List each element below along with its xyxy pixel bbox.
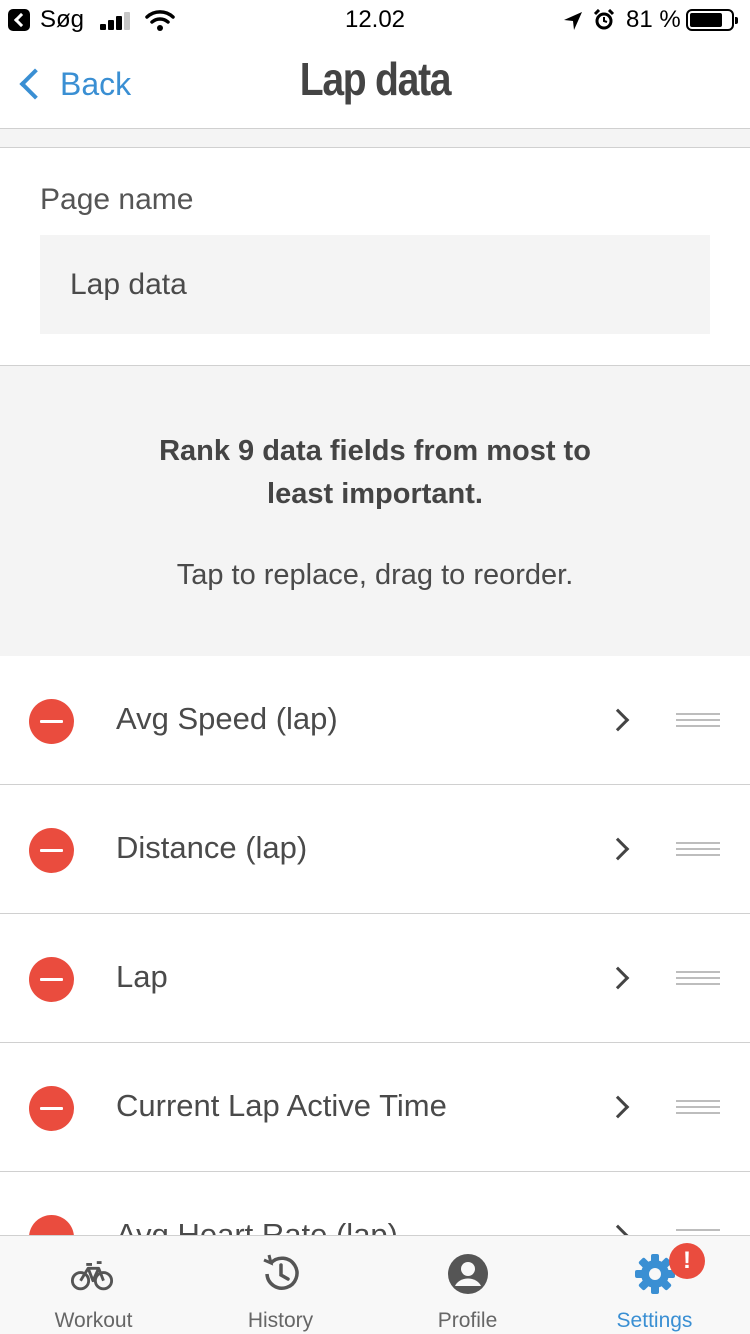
data-field-label: Lap	[116, 959, 168, 994]
page-name-label: Page name	[40, 183, 194, 216]
chevron-right-icon	[606, 837, 630, 861]
tab-profile[interactable]: Profile	[374, 1236, 561, 1334]
data-field-label: Current Lap Active Time	[116, 1088, 447, 1123]
profile-icon	[448, 1254, 488, 1294]
tab-workout[interactable]: Workout	[0, 1236, 187, 1334]
tab-label: Settings	[616, 1309, 693, 1332]
remove-field-button[interactable]	[29, 1086, 74, 1131]
data-field-row[interactable]: Distance (lap)	[0, 785, 750, 914]
data-field-row[interactable]: Lap	[0, 914, 750, 1043]
drag-handle-icon[interactable]	[676, 971, 720, 987]
location-arrow-icon	[564, 12, 582, 30]
tab-history[interactable]: History	[187, 1236, 374, 1334]
tab-bar: Workout History Profile Settings	[0, 1235, 750, 1334]
drag-handle-icon[interactable]	[676, 713, 720, 729]
drag-handle-icon[interactable]	[676, 842, 720, 858]
battery-fill	[690, 13, 723, 27]
battery-percent: 81 %	[626, 6, 681, 33]
chevron-left-icon	[19, 68, 51, 100]
instructions-panel: Rank 9 data fields from most to least im…	[0, 365, 750, 657]
history-icon	[263, 1254, 299, 1290]
data-field-row[interactable]: Current Lap Active Time	[0, 1043, 750, 1172]
tab-label: Workout	[54, 1309, 133, 1332]
bike-icon	[70, 1261, 114, 1291]
tab-label: History	[247, 1309, 314, 1332]
remove-field-button[interactable]	[29, 828, 74, 873]
page-title: Lap data	[299, 53, 452, 105]
chevron-right-icon	[606, 1095, 630, 1119]
instructions-subtext: Tap to replace, drag to reorder.	[176, 559, 574, 591]
tab-label: Profile	[437, 1309, 498, 1332]
section-divider	[0, 128, 750, 148]
chevron-right-icon	[606, 966, 630, 990]
chevron-right-icon	[606, 708, 630, 732]
remove-field-button[interactable]	[29, 699, 74, 744]
navigation-bar: Back Lap data	[0, 40, 750, 128]
status-bar: Søg 12.02 81 %	[0, 0, 750, 40]
remove-field-button[interactable]	[29, 957, 74, 1002]
data-field-row[interactable]: Avg Speed (lap)	[0, 656, 750, 785]
page-name-input[interactable]	[40, 235, 710, 334]
data-field-label: Distance (lap)	[116, 830, 308, 865]
battery-icon	[686, 9, 738, 31]
data-field-label: Avg Speed (lap)	[116, 701, 338, 736]
drag-handle-icon[interactable]	[676, 1100, 720, 1116]
notification-badge: !	[669, 1243, 705, 1279]
instructions-heading: Rank 9 data fields from most to least im…	[159, 435, 591, 510]
tab-settings[interactable]: Settings	[561, 1236, 748, 1334]
alarm-icon	[593, 9, 615, 30]
